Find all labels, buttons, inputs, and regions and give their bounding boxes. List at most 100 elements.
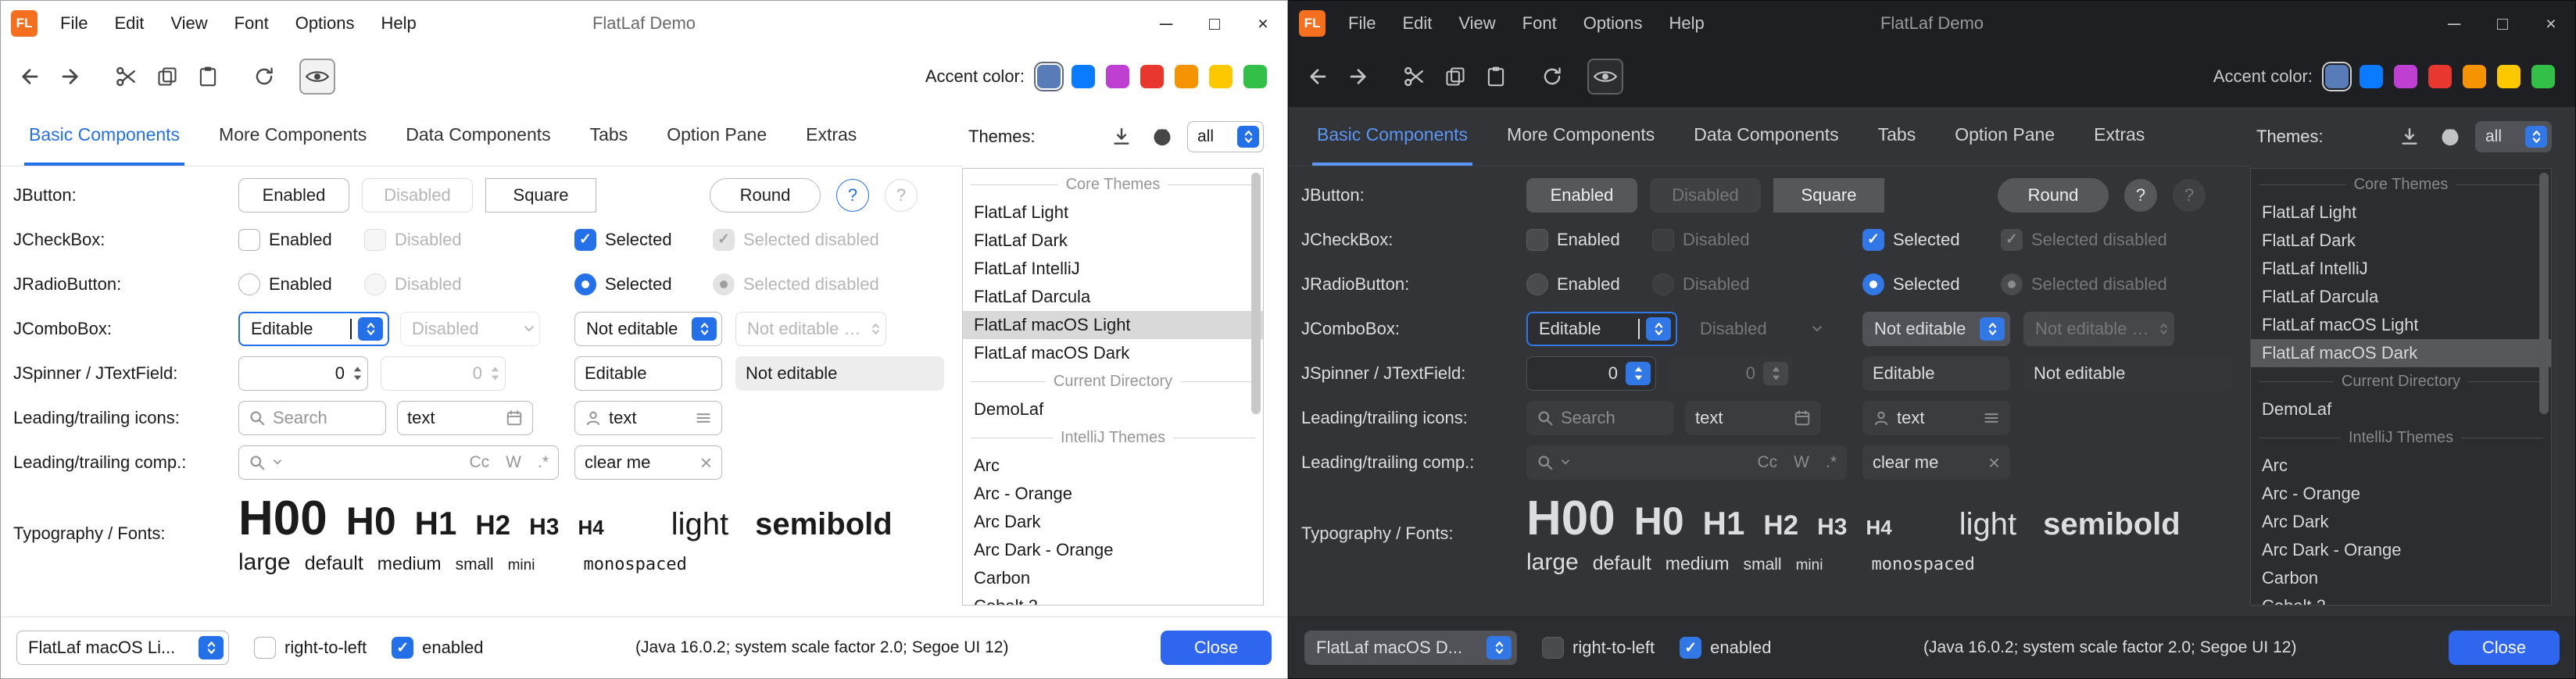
clearable-field[interactable]: clear me ×	[574, 445, 722, 480]
textfield-editable[interactable]: Editable	[574, 356, 722, 391]
tab-data-components[interactable]: Data Components	[1689, 107, 1843, 166]
menu-help[interactable]: Help	[1656, 1, 1718, 46]
maximize-button[interactable]: □	[1190, 1, 1239, 46]
date-field[interactable]: text	[397, 401, 533, 435]
chevron-down-icon[interactable]	[273, 459, 282, 466]
theme-item-flatlaf-intellij[interactable]: FlatLaf IntelliJ	[963, 255, 1263, 283]
theme-item-arc-dark[interactable]: Arc Dark	[963, 508, 1263, 536]
search-field[interactable]: Search	[1526, 401, 1674, 435]
close-window-button[interactable]: ×	[2527, 1, 2575, 46]
menu-file[interactable]: File	[47, 1, 101, 46]
tab-more-components[interactable]: More Components	[1502, 107, 1659, 166]
themes-scrollbar[interactable]	[1251, 171, 1261, 602]
theme-item-arc-orange[interactable]: Arc - Orange	[2251, 480, 2551, 508]
tab-tabs[interactable]: Tabs	[1873, 107, 1921, 166]
copy-button[interactable]	[149, 59, 185, 95]
theme-item-arc[interactable]: Arc	[2251, 452, 2551, 480]
spinner-arrows-icon[interactable]	[352, 365, 363, 382]
scrollbar-thumb[interactable]	[2539, 173, 2549, 414]
accent-swatch-yellow[interactable]	[2497, 65, 2521, 88]
jbutton-enabled[interactable]: Enabled	[238, 178, 349, 213]
accent-swatch-red[interactable]	[2428, 65, 2452, 88]
tab-option-pane[interactable]: Option Pane	[1950, 107, 2059, 166]
accent-swatch-blue[interactable]	[1072, 65, 1095, 88]
radio-selected[interactable]: Selected	[1862, 273, 1960, 295]
combobox-arrows-icon[interactable]	[199, 636, 224, 659]
calendar-icon[interactable]	[1794, 409, 1811, 427]
tab-extras[interactable]: Extras	[2089, 107, 2149, 166]
tab-basic-components[interactable]: Basic Components	[1312, 107, 1472, 166]
close-dialog-button[interactable]: Close	[2449, 631, 2560, 665]
help-button[interactable]: ?	[2124, 179, 2157, 212]
scrollbar-thumb[interactable]	[1251, 173, 1261, 414]
accent-swatch-default[interactable]	[1037, 65, 1061, 88]
clearable-field[interactable]: clear me ×	[1862, 445, 2010, 480]
menu-icon[interactable]	[1983, 409, 2000, 427]
tab-extras[interactable]: Extras	[801, 107, 861, 166]
github-button[interactable]	[2435, 121, 2466, 152]
accent-swatch-orange[interactable]	[1175, 65, 1198, 88]
accent-swatch-orange[interactable]	[2463, 65, 2486, 88]
checkbox-selected[interactable]: ✓Selected	[1862, 229, 1960, 251]
github-button[interactable]	[1147, 121, 1178, 152]
accent-swatch-default[interactable]	[2325, 65, 2349, 88]
accent-swatch-blue[interactable]	[2360, 65, 2383, 88]
enabled-checkbox[interactable]: ✓ enabled	[392, 637, 483, 659]
textfield-editable[interactable]: Editable	[1862, 356, 2010, 391]
calendar-icon[interactable]	[506, 409, 523, 427]
tab-data-components[interactable]: Data Components	[401, 107, 555, 166]
maximize-button[interactable]: □	[2478, 1, 2527, 46]
theme-item-flatlaf-macos-light[interactable]: FlatLaf macOS Light	[963, 311, 1263, 339]
theme-item-cobalt-2[interactable]: Cobalt 2	[2251, 592, 2551, 606]
minimize-button[interactable]: ─	[2430, 1, 2478, 46]
forward-button[interactable]	[52, 59, 88, 95]
menu-file[interactable]: File	[1335, 1, 1389, 46]
theme-item-arc-dark-orange[interactable]: Arc Dark - Orange	[963, 536, 1263, 564]
menu-view[interactable]: View	[157, 1, 220, 46]
theme-item-flatlaf-macos-dark[interactable]: FlatLaf macOS Dark	[963, 339, 1263, 367]
radio-selected[interactable]: Selected	[574, 273, 672, 295]
download-theme-button[interactable]	[1106, 121, 1137, 152]
theme-item-cobalt-2[interactable]: Cobalt 2	[963, 592, 1263, 606]
jbutton-enabled[interactable]: Enabled	[1526, 178, 1637, 213]
menu-font[interactable]: Font	[1509, 1, 1570, 46]
spinner[interactable]: 0	[238, 356, 368, 391]
spinner-arrows-icon[interactable]	[1626, 362, 1651, 385]
laf-combobox[interactable]: FlatLaf macOS D...	[1304, 631, 1517, 665]
back-button[interactable]	[1300, 59, 1336, 95]
theme-filter-combobox[interactable]: all	[1187, 121, 1264, 152]
jbutton-square[interactable]: Square	[485, 178, 596, 213]
tab-more-components[interactable]: More Components	[214, 107, 371, 166]
accent-swatch-purple[interactable]	[1106, 65, 1129, 88]
accent-swatch-green[interactable]	[2531, 65, 2555, 88]
jbutton-square[interactable]: Square	[1773, 178, 1884, 213]
search-with-options-field[interactable]: Cc W .*	[238, 445, 559, 480]
theme-item-flatlaf-dark[interactable]: FlatLaf Dark	[963, 227, 1263, 255]
menu-edit[interactable]: Edit	[1389, 1, 1445, 46]
date-field[interactable]: text	[1685, 401, 1821, 435]
right-to-left-checkbox[interactable]: right-to-left	[254, 637, 367, 659]
checkbox-enabled[interactable]: Enabled	[1526, 229, 1620, 251]
paste-button[interactable]	[190, 59, 226, 95]
refresh-button[interactable]	[1534, 59, 1570, 95]
spinner[interactable]: 0	[1526, 356, 1656, 391]
checkbox-enabled[interactable]: Enabled	[238, 229, 332, 251]
regex-button[interactable]: .*	[538, 453, 549, 472]
copy-button[interactable]	[1437, 59, 1473, 95]
menu-options[interactable]: Options	[1570, 1, 1656, 46]
checkbox-selected[interactable]: ✓Selected	[574, 229, 672, 251]
cut-button[interactable]	[1397, 59, 1433, 95]
theme-item-arc-dark[interactable]: Arc Dark	[2251, 508, 2551, 536]
accent-swatch-green[interactable]	[1243, 65, 1267, 88]
accent-swatch-purple[interactable]	[2394, 65, 2417, 88]
theme-item-carbon[interactable]: Carbon	[2251, 564, 2551, 592]
combobox-arrows-icon[interactable]	[1980, 317, 2005, 341]
show-preview-toggle[interactable]	[299, 59, 335, 95]
combobox-editable[interactable]: Editable	[238, 312, 389, 346]
laf-combobox[interactable]: FlatLaf macOS Li...	[16, 631, 229, 665]
combobox-arrows-icon[interactable]	[1646, 317, 1671, 341]
menu-view[interactable]: View	[1445, 1, 1508, 46]
search-field[interactable]: Search	[238, 401, 386, 435]
cut-button[interactable]	[109, 59, 145, 95]
theme-item-flatlaf-light[interactable]: FlatLaf Light	[2251, 198, 2551, 227]
